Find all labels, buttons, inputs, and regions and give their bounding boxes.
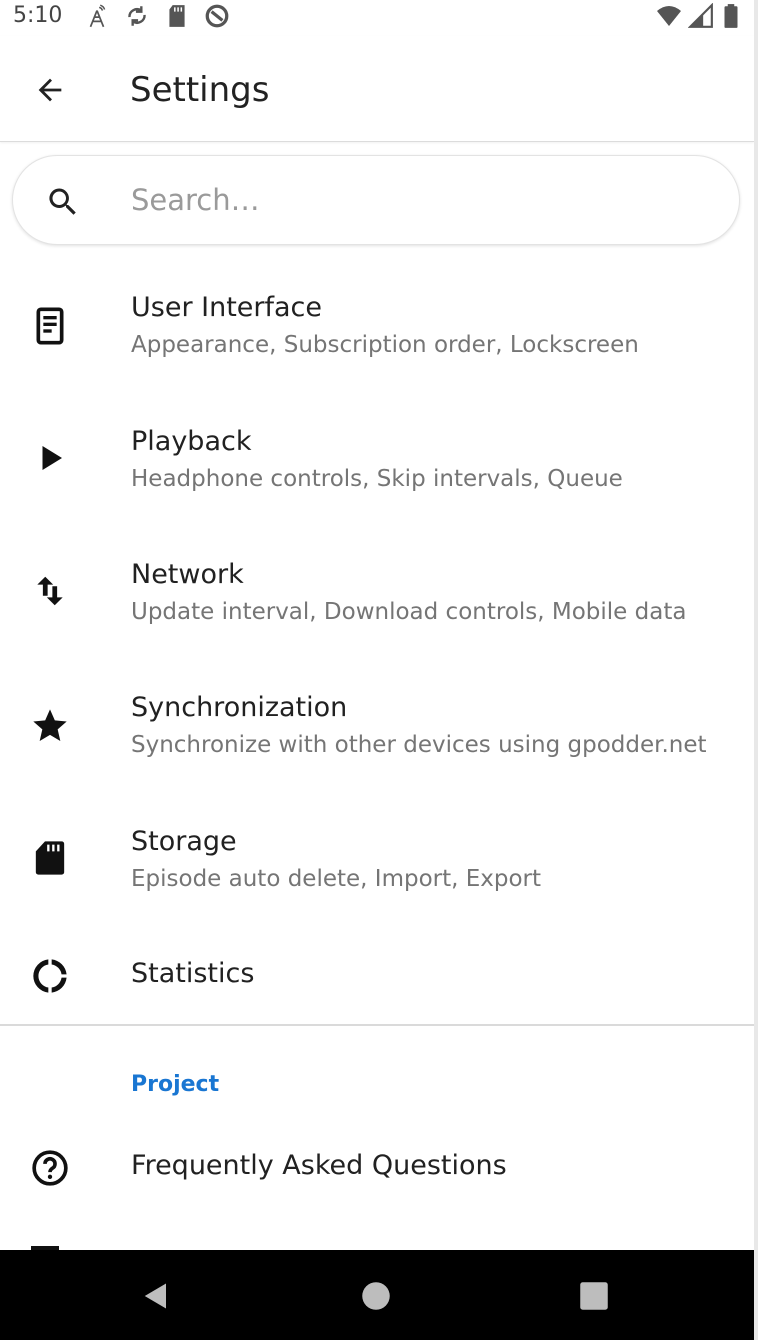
play-icon [42,446,62,470]
item-subtitle: Episode auto delete, Import, Export [131,866,542,892]
statistics-icon [33,959,67,993]
system-navigation-bar [0,1250,754,1340]
section-header-project: Project [131,1072,220,1097]
antenna-icon [89,4,106,28]
wifi-icon [657,6,681,26]
settings-item-user-interface[interactable]: User Interface Appearance, Subscription … [0,270,754,390]
sd-card-icon [35,841,65,875]
battery-icon [724,4,738,28]
app-bar: Settings [0,36,754,142]
search-input[interactable] [131,174,711,226]
cell-signal-icon [688,3,713,28]
item-subtitle: Appearance, Subscription order, Lockscre… [131,332,639,358]
item-subtitle: Synchronize with other devices using gpo… [131,732,707,758]
swap-vertical-icon [37,576,63,606]
settings-item-statistics[interactable]: Statistics [0,920,754,1024]
item-title: User Interface [131,292,323,323]
item-title: Statistics [131,958,255,989]
item-title: Synchronization [131,692,348,723]
item-title: Playback [131,426,252,457]
nav-back-button[interactable] [134,1274,178,1318]
scroll-edge [754,0,758,1340]
item-subtitle: Headphone controls, Skip intervals, Queu… [131,466,623,492]
data-saver-icon [205,4,229,28]
nav-home-button[interactable] [354,1274,398,1318]
page-title: Settings [130,70,270,110]
settings-item-synchronization[interactable]: Synchronization Synchronize with other d… [0,670,754,790]
nav-home-icon [362,1282,390,1310]
settings-item-playback[interactable]: Playback Headphone controls, Skip interv… [0,404,754,524]
sync-icon [128,6,146,26]
settings-item-faq[interactable]: Frequently Asked Questions [0,1120,754,1216]
back-button[interactable] [22,66,78,114]
nav-back-icon [144,1283,166,1309]
item-title: Frequently Asked Questions [131,1150,507,1181]
nav-recents-button[interactable] [572,1274,616,1318]
sd-card-status-icon [169,5,185,27]
search-bar[interactable] [12,155,740,245]
search-icon [49,188,76,215]
status-bar: 5:10 [0,0,758,36]
document-icon [36,307,64,345]
settings-item-storage[interactable]: Storage Episode auto delete, Import, Exp… [0,804,754,924]
settings-item-network[interactable]: Network Update interval, Download contro… [0,537,754,657]
nav-recents-icon [580,1282,608,1310]
help-circle-icon [32,1150,68,1186]
item-subtitle: Update interval, Download controls, Mobi… [131,599,687,625]
section-divider [0,1024,754,1026]
item-title: Storage [131,826,237,857]
star-icon [33,709,67,741]
arrow-back-icon [38,78,62,102]
status-time: 5:10 [13,3,63,28]
item-title: Network [131,559,244,590]
